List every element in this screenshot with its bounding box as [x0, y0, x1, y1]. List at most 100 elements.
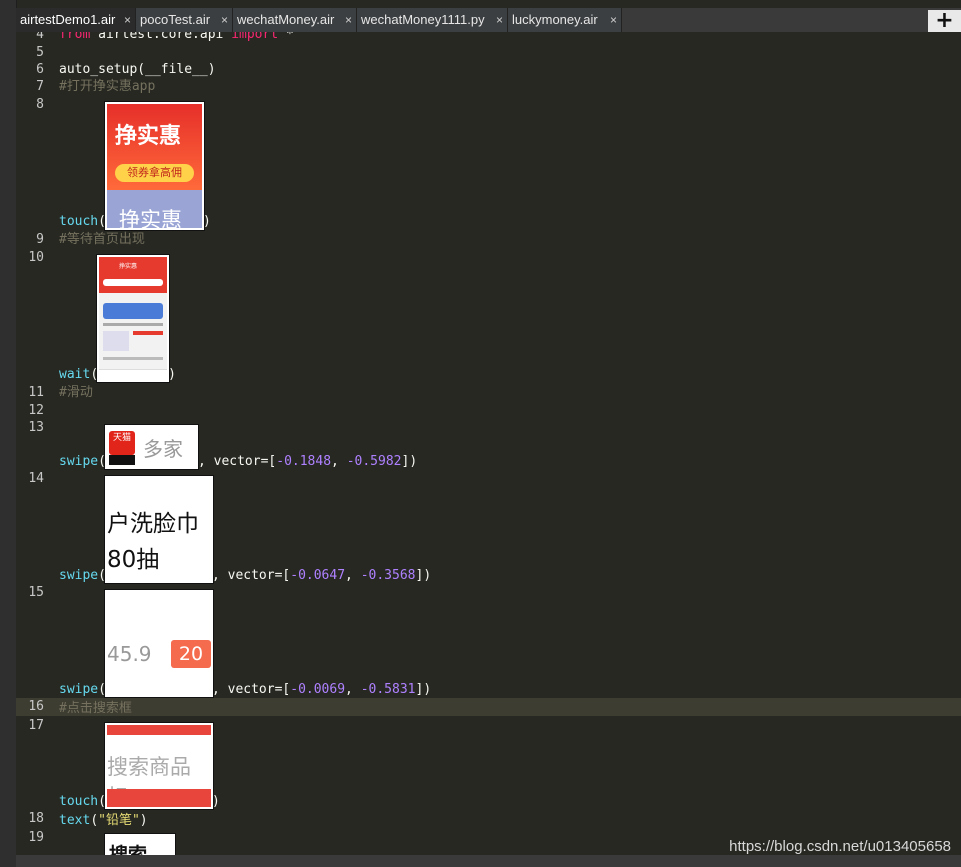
function-name: swipe — [59, 454, 99, 469]
home-banner — [103, 303, 163, 319]
number-value: -0.0069 — [290, 682, 346, 697]
search-bottom-bar — [107, 789, 211, 807]
left-panel-strip — [0, 0, 17, 867]
line-number: 19 — [28, 830, 44, 845]
price-value: 45.9 — [107, 642, 152, 666]
line-number: 9 — [36, 232, 44, 247]
line-number: 15 — [28, 585, 44, 600]
code-line-text: text("铅笔") — [59, 812, 148, 830]
paren: ( — [90, 813, 99, 828]
app-icon-title: 挣实惠 — [115, 124, 182, 149]
line-number: 14 — [28, 471, 44, 486]
comment-open-app: #打开挣实惠app — [59, 79, 156, 94]
towel-title: 户洗脸巾 — [107, 511, 199, 537]
image-template-towel[interactable]: 户洗脸巾 80抽 — [104, 475, 214, 584]
towel-count: 80抽 — [107, 547, 160, 573]
tab-pocotest[interactable]: pocoTest.air × — [136, 8, 233, 32]
line-number: 17 — [28, 718, 44, 733]
line-number: 12 — [28, 403, 44, 418]
separator: , — [331, 454, 347, 469]
keyword: from — [59, 32, 91, 42]
home-product-price — [133, 331, 163, 335]
watermark: https://blog.csdn.net/u013405658 — [729, 838, 951, 855]
argument-name: , vector=[ — [211, 568, 291, 583]
tmall-badge: 天猫 — [109, 431, 135, 455]
tab-bar: airtestDemo1.air × pocoTest.air × wechat… — [16, 8, 961, 33]
number-value: -0.1848 — [276, 454, 332, 469]
line-number: 11 — [28, 385, 44, 400]
status-bar — [16, 855, 961, 867]
code-line-auto-setup: auto_setup(__file__) — [59, 62, 216, 77]
number-value: -0.3568 — [360, 568, 416, 583]
comment-wait-home: #等待首页出现 — [59, 232, 145, 247]
image-template-search-partial[interactable]: 搜索 — [104, 833, 176, 855]
argument-name: , vector=[ — [197, 454, 277, 469]
price-coupon-badge: 20 — [171, 640, 211, 668]
tab-label: luckymoney.air — [512, 12, 598, 27]
line-number: 7 — [36, 79, 44, 94]
function-name: wait — [59, 367, 91, 382]
home-tab-bar — [99, 369, 167, 380]
close-icon[interactable]: × — [124, 8, 131, 32]
function-name: text — [59, 813, 91, 828]
line-number: 6 — [36, 62, 44, 77]
home-search-bar — [103, 279, 163, 286]
line-number: 13 — [28, 420, 44, 435]
search-top-bar — [107, 725, 211, 735]
code-editor[interactable]: 4 5 6 7 8 9 10 11 12 13 14 15 16 17 18 1… — [16, 32, 961, 855]
comment-swipe: #滑动 — [59, 385, 93, 400]
string-literal: "铅笔" — [98, 813, 140, 828]
argument-name: , vector=[ — [211, 682, 291, 697]
close-icon[interactable]: × — [610, 8, 617, 32]
app-icon-banner: 领券拿高佣 — [115, 164, 194, 182]
image-template-home-page[interactable]: 挣实惠 — [96, 254, 170, 383]
image-template-tmall[interactable]: 天猫 多家 — [104, 424, 199, 470]
operator: * — [286, 32, 294, 42]
tab-label: wechatMoney.air — [237, 12, 335, 27]
close-icon[interactable]: × — [221, 8, 228, 32]
home-header-title: 挣实惠 — [119, 263, 138, 270]
bracket: ]) — [401, 454, 418, 469]
code-line-import: from airtest.core.api import * — [59, 32, 294, 44]
function-name: swipe — [59, 568, 99, 583]
search-partial-text: 搜索 — [109, 844, 148, 855]
line-number: 8 — [36, 97, 44, 112]
home-divider — [103, 323, 163, 326]
paren: ) — [202, 214, 211, 229]
close-icon[interactable]: × — [496, 8, 503, 32]
number-value: -0.0647 — [290, 568, 346, 583]
function-name: swipe — [59, 682, 99, 697]
image-template-app-icon[interactable]: 挣实惠 领券拿高佣 挣实惠 — [104, 101, 205, 231]
function-name: touch — [59, 214, 99, 229]
tab-luckymoney[interactable]: luckymoney.air × — [508, 8, 622, 32]
number-value: -0.5831 — [360, 682, 416, 697]
function-name: touch — [59, 794, 99, 809]
tab-label: pocoTest.air — [140, 12, 211, 27]
image-template-price[interactable]: 45.9 20 — [104, 589, 214, 698]
tab-airtestdemo1[interactable]: airtestDemo1.air × — [16, 8, 136, 32]
module-name: airtest.core.api — [98, 32, 224, 42]
tab-label: wechatMoney1111.py — [361, 12, 485, 27]
tmall-badge-base — [109, 455, 135, 465]
separator: , — [345, 568, 361, 583]
line-number: 4 — [36, 32, 44, 42]
line-number: 5 — [36, 45, 44, 60]
tab-label: airtestDemo1.air — [20, 12, 116, 27]
tab-wechatmoney1111[interactable]: wechatMoney1111.py × — [357, 8, 508, 32]
image-template-search-box[interactable]: 搜索商品标 — [104, 722, 214, 810]
home-product-image — [103, 331, 129, 351]
paren: ) — [139, 813, 148, 828]
current-line-highlight — [16, 698, 961, 716]
home-product-line — [103, 357, 163, 360]
close-icon[interactable]: × — [345, 8, 352, 32]
paren: ) — [211, 794, 220, 809]
tab-wechatmoney[interactable]: wechatMoney.air × — [233, 8, 357, 32]
paren: ) — [168, 367, 176, 382]
tmall-text: 多家 — [143, 437, 183, 461]
keyword: import — [231, 32, 279, 42]
bracket: ]) — [415, 568, 432, 583]
number-value: -0.5982 — [346, 454, 402, 469]
add-tab-button[interactable]: + — [928, 10, 961, 32]
line-number: 16 — [28, 699, 44, 714]
separator: , — [345, 682, 361, 697]
